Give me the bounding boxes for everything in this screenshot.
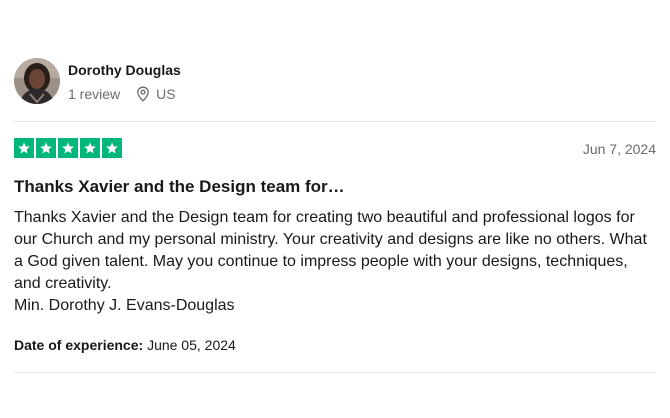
star-icon [80,138,100,158]
review-body: Thanks Xavier and the Design team for cr… [14,207,650,317]
reviewer-location: US [156,86,176,102]
date-of-experience: Date of experience: June 05, 2024 [14,336,236,354]
divider [14,121,656,122]
reviewer-name[interactable]: Dorothy Douglas [68,61,181,79]
map-pin-icon [136,86,150,102]
star-icon [58,138,78,158]
review-title[interactable]: Thanks Xavier and the Design team for… [14,176,656,198]
divider [14,372,656,373]
star-icon [14,138,34,158]
experience-date: June 05, 2024 [147,337,236,353]
review-signature: Min. Dorothy J. Evans-Douglas [14,297,235,314]
reviewer-header: Dorothy Douglas 1 review US [14,58,181,104]
experience-label: Date of experience: [14,337,144,353]
review-text: Thanks Xavier and the Design team for cr… [14,209,647,292]
review-count: 1 review [68,86,121,102]
star-icon [102,138,122,158]
review-date: Jun 7, 2024 [582,141,656,157]
reviewer-meta: 1 review US [68,85,181,103]
review-card: Dorothy Douglas 1 review US Jun 7, 2024 … [0,0,670,418]
avatar[interactable] [14,58,60,104]
star-rating [14,138,124,158]
star-icon [36,138,56,158]
